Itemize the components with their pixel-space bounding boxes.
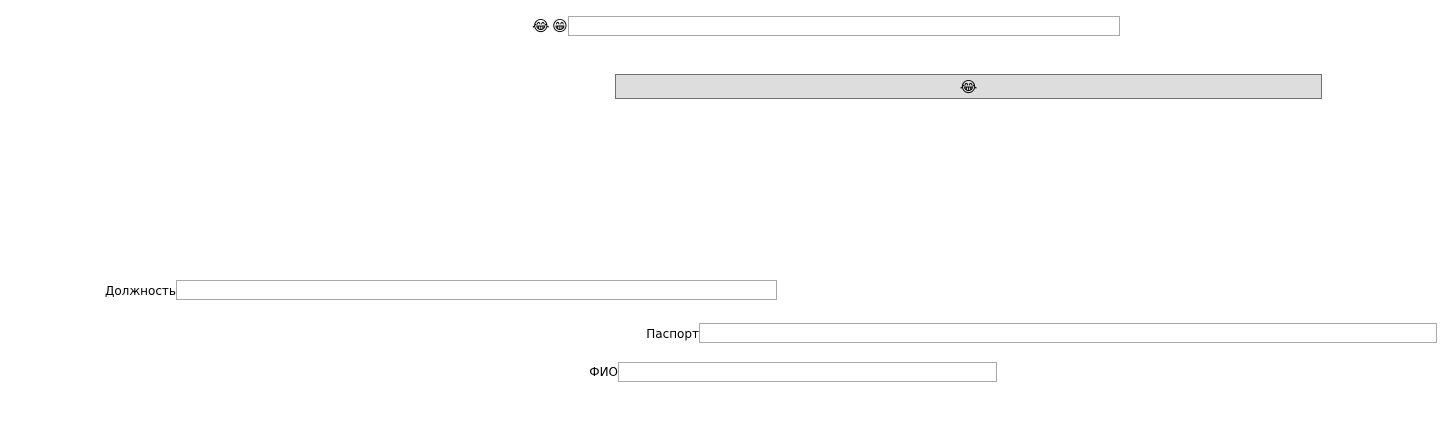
full-name-input[interactable] [618,362,997,382]
emoji-text-input[interactable] [568,16,1120,36]
position-input[interactable] [176,280,777,300]
crying-laughing-emoji-icon: 😂 [959,77,978,96]
emoji-action-button[interactable]: 😂 [615,74,1322,99]
position-label: Должность [104,284,176,298]
grinning-emoji-icon: 😁 [552,17,568,35]
passport-input[interactable] [699,323,1437,343]
crying-laughing-emoji-icon: 😂 [532,17,550,35]
passport-label: Паспорт [646,327,699,341]
full-name-label: ФИО [589,365,618,379]
